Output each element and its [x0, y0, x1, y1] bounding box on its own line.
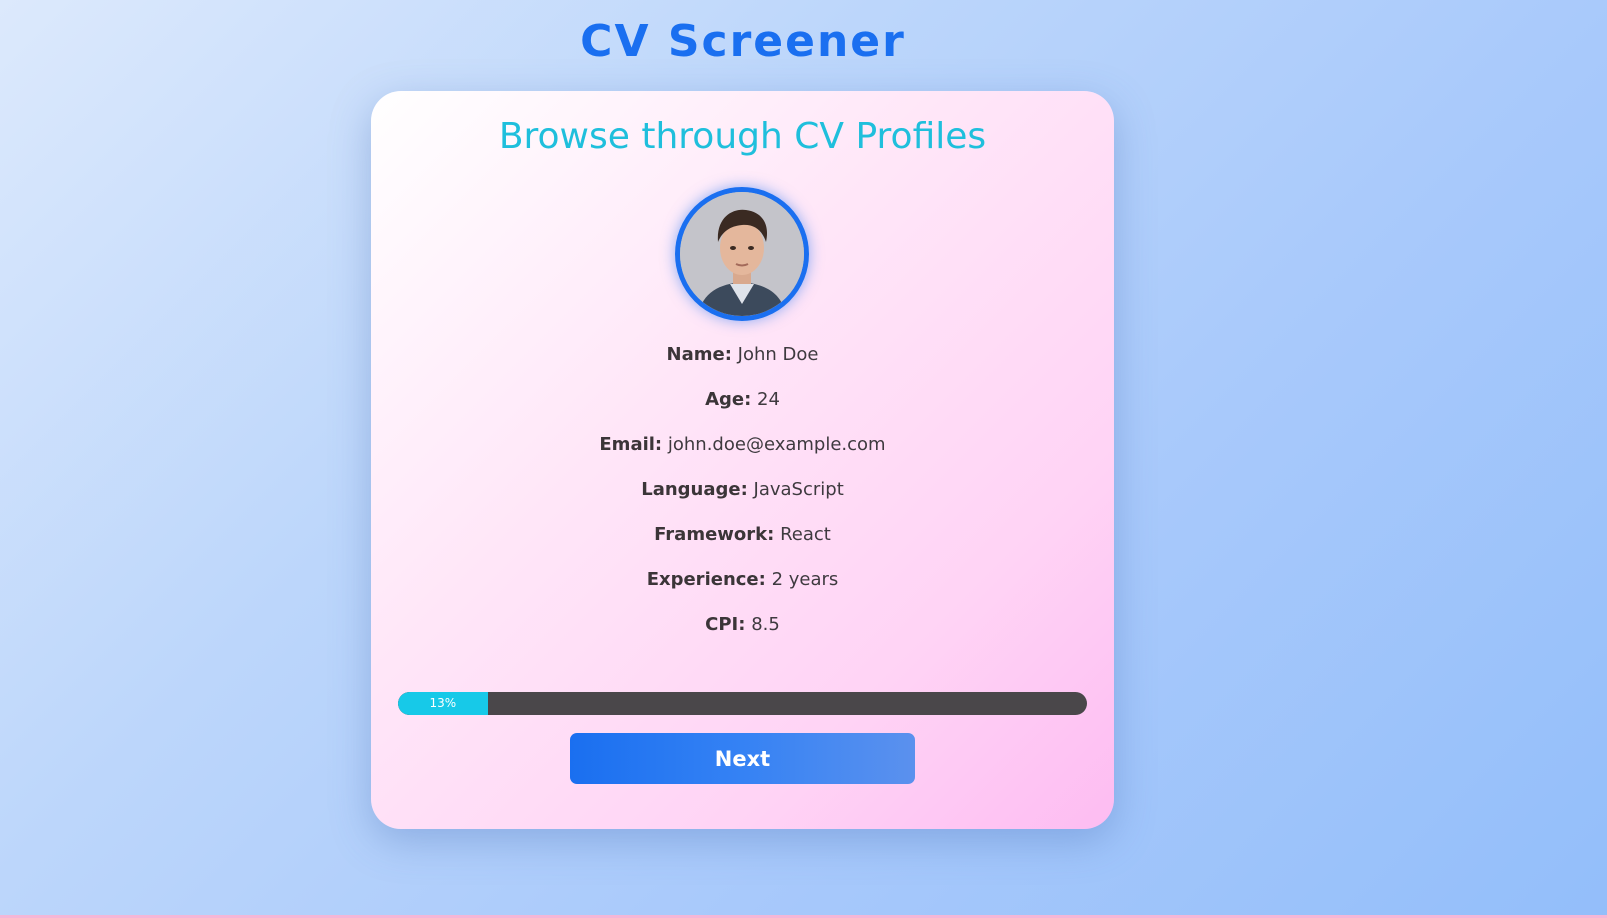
- app-title: CV Screener: [580, 16, 906, 67]
- field-cpi: CPI: 8.5: [371, 613, 1114, 658]
- field-framework: Framework: React: [371, 523, 1114, 568]
- field-value: john.doe@example.com: [667, 434, 886, 455]
- field-value: 2 years: [771, 569, 839, 590]
- field-label: Age:: [705, 389, 752, 410]
- field-language: Language: JavaScript: [371, 478, 1114, 523]
- profile-fields: Name: John Doe Age: 24 Email: john.doe@e…: [371, 343, 1114, 658]
- field-value: JavaScript: [753, 479, 844, 500]
- field-experience: Experience: 2 years: [371, 568, 1114, 613]
- field-value: 24: [757, 389, 780, 410]
- field-email: Email: john.doe@example.com: [371, 433, 1114, 478]
- progress-bar: 13%: [398, 692, 1087, 715]
- field-value: John Doe: [737, 344, 819, 365]
- field-label: Name:: [666, 344, 732, 365]
- field-label: CPI:: [705, 614, 746, 635]
- field-name: Name: John Doe: [371, 343, 1114, 388]
- field-value: 8.5: [751, 614, 780, 635]
- field-value: React: [780, 524, 831, 545]
- avatar: [675, 187, 809, 321]
- field-label: Language:: [641, 479, 748, 500]
- field-label: Framework:: [654, 524, 775, 545]
- field-label: Experience:: [646, 569, 766, 590]
- field-label: Email:: [599, 434, 663, 455]
- card-heading: Browse through CV Profiles: [498, 116, 987, 157]
- person-portrait-icon: [680, 192, 804, 316]
- profile-card: Browse through CV Profiles Name: John Do…: [371, 91, 1114, 829]
- next-button[interactable]: Next: [570, 733, 915, 784]
- field-age: Age: 24: [371, 388, 1114, 433]
- progress-fill: 13%: [398, 692, 488, 715]
